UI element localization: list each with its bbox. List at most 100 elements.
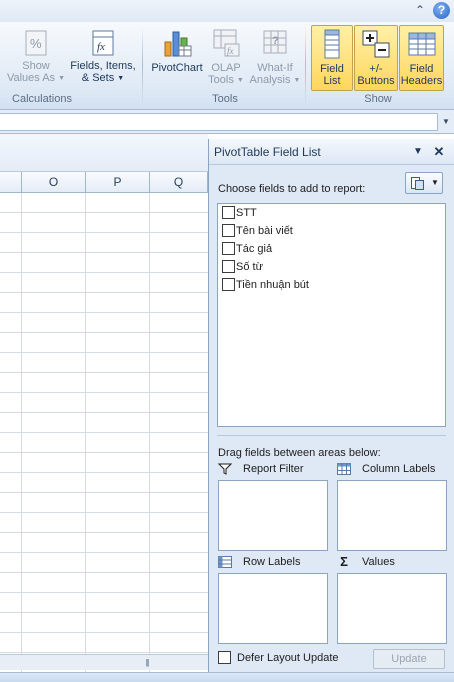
expand-formula-bar-icon[interactable]: ▼: [439, 114, 453, 130]
ribbon-top-strip: ⌃ ?: [0, 0, 454, 22]
grid-row[interactable]: [0, 593, 208, 613]
grid-row[interactable]: [0, 333, 208, 353]
field-list-label-1: Field: [320, 63, 344, 75]
help-icon[interactable]: ?: [433, 2, 450, 19]
pivotchart-icon: [164, 31, 192, 57]
defer-layout-checkbox[interactable]: [218, 651, 231, 664]
row-labels-icon: [218, 556, 232, 568]
olap-tools-button[interactable]: fx OLAP Tools ▼: [206, 28, 246, 90]
grid-row[interactable]: [0, 393, 208, 413]
sheet-toolbar-area: [0, 134, 208, 172]
column-labels-icon: [337, 463, 351, 475]
field-item-so-tu[interactable]: Số từ: [222, 260, 263, 276]
grid-row[interactable]: [0, 553, 208, 573]
field-checkbox[interactable]: [222, 242, 235, 255]
grid-row[interactable]: [0, 573, 208, 593]
what-if-label-1: What-If: [257, 62, 293, 74]
field-checkbox[interactable]: [222, 260, 235, 273]
grid-row[interactable]: [0, 433, 208, 453]
grid-row[interactable]: [0, 413, 208, 433]
grid-row[interactable]: [0, 213, 208, 233]
grid-row[interactable]: [0, 533, 208, 553]
plus-minus-icon: [362, 30, 390, 58]
column-labels-drop-area[interactable]: [337, 480, 447, 551]
grid-row[interactable]: [0, 353, 208, 373]
formula-fx-icon: fx: [92, 30, 114, 56]
field-checkbox[interactable]: [222, 206, 235, 219]
scrollbar-grip-icon[interactable]: |||: [140, 658, 154, 667]
field-headers-button[interactable]: Field Headers: [399, 25, 444, 91]
column-header-p[interactable]: P: [86, 172, 150, 193]
column-labels-label: Column Labels: [362, 463, 436, 475]
field-list-box[interactable]: STT Tên bài viết Tác giả Số từ Tiền nhuậ…: [217, 203, 446, 427]
row-labels-drop-area[interactable]: [218, 573, 328, 644]
row-labels-heading: Row Labels: [218, 554, 328, 570]
choose-fields-label: Choose fields to add to report:: [218, 183, 366, 195]
group-separator: [142, 26, 143, 106]
field-item-stt[interactable]: STT: [222, 206, 257, 222]
grid-row[interactable]: [0, 473, 208, 493]
grid-row[interactable]: [0, 273, 208, 293]
grid-row[interactable]: [0, 313, 208, 333]
grid-row[interactable]: [0, 293, 208, 313]
field-item-tac-gia[interactable]: Tác giả: [222, 242, 272, 258]
grid-row[interactable]: [0, 493, 208, 513]
show-values-as-label-1: Show: [22, 60, 50, 72]
layout-icon: [411, 177, 424, 190]
minimize-ribbon-icon[interactable]: ⌃: [413, 3, 427, 17]
fields-items-sets-button[interactable]: fx Fields, Items, & Sets ▼: [68, 30, 138, 90]
grid-row[interactable]: [0, 613, 208, 633]
pane-title: PivotTable Field List: [214, 145, 321, 159]
field-list-layout-button[interactable]: ▼: [405, 172, 443, 194]
grid-row[interactable]: [0, 633, 208, 653]
group-label-calculations: Calculations: [12, 93, 72, 105]
values-drop-area[interactable]: [337, 573, 447, 644]
update-button[interactable]: Update: [373, 649, 445, 669]
plus-minus-label-1: +/-: [369, 63, 383, 75]
field-headers-label-2: Headers: [400, 75, 443, 87]
field-label: STT: [236, 207, 257, 219]
field-list-button[interactable]: Field List: [311, 25, 353, 91]
report-filter-heading: Report Filter: [218, 461, 328, 477]
show-values-as-button[interactable]: % Show Values As ▼: [4, 30, 68, 90]
filter-icon: [218, 463, 232, 475]
field-checkbox[interactable]: [222, 278, 235, 291]
pivotchart-label: PivotChart: [151, 62, 203, 74]
close-icon[interactable]: ✕: [431, 144, 447, 160]
formula-bar: ▼: [0, 110, 454, 134]
pivotchart-button[interactable]: PivotChart: [148, 28, 206, 80]
horizontal-scrollbar[interactable]: |||: [0, 654, 208, 670]
field-item-tien-nhuan-but[interactable]: Tiền nhuận bút: [222, 278, 309, 294]
formula-input[interactable]: [0, 113, 438, 131]
report-filter-drop-area[interactable]: [218, 480, 328, 551]
defer-layout-update[interactable]: Defer Layout Update: [218, 651, 339, 665]
plus-minus-label-2: Buttons: [357, 75, 395, 87]
column-header-o[interactable]: O: [22, 172, 86, 193]
olap-tools-label-1: OLAP: [211, 62, 241, 74]
grid-row[interactable]: [0, 253, 208, 273]
spreadsheet-grid[interactable]: O P Q: [0, 172, 208, 672]
field-checkbox[interactable]: [222, 224, 235, 237]
plus-minus-buttons-button[interactable]: +/- Buttons: [354, 25, 398, 91]
svg-text:?: ?: [272, 35, 279, 47]
field-headers-label-1: Field: [409, 63, 434, 75]
defer-layout-label: Defer Layout Update: [237, 652, 339, 664]
grid-row[interactable]: [0, 233, 208, 253]
field-headers-icon: [408, 32, 435, 56]
column-header-q[interactable]: Q: [150, 172, 208, 193]
report-filter-label: Report Filter: [243, 463, 304, 475]
grid-row[interactable]: [0, 453, 208, 473]
what-if-analysis-button[interactable]: ? What-If Analysis ▼: [246, 28, 304, 90]
grid-row[interactable]: [0, 513, 208, 533]
grid-row[interactable]: [0, 373, 208, 393]
grid-row[interactable]: [0, 193, 208, 213]
column-header-left-partial[interactable]: [0, 172, 22, 193]
field-label: Tác giả: [236, 243, 273, 255]
pane-splitter[interactable]: [217, 435, 446, 436]
fields-items-sets-label-2: & Sets: [81, 72, 115, 84]
drag-fields-label: Drag fields between areas below:: [218, 447, 381, 459]
show-values-as-label-2: Values As: [6, 72, 56, 84]
what-if-analysis-icon: ?: [263, 30, 287, 54]
pane-options-dropdown-icon[interactable]: ▼: [410, 144, 426, 160]
field-item-ten-bai-viet[interactable]: Tên bài viết: [222, 224, 293, 240]
